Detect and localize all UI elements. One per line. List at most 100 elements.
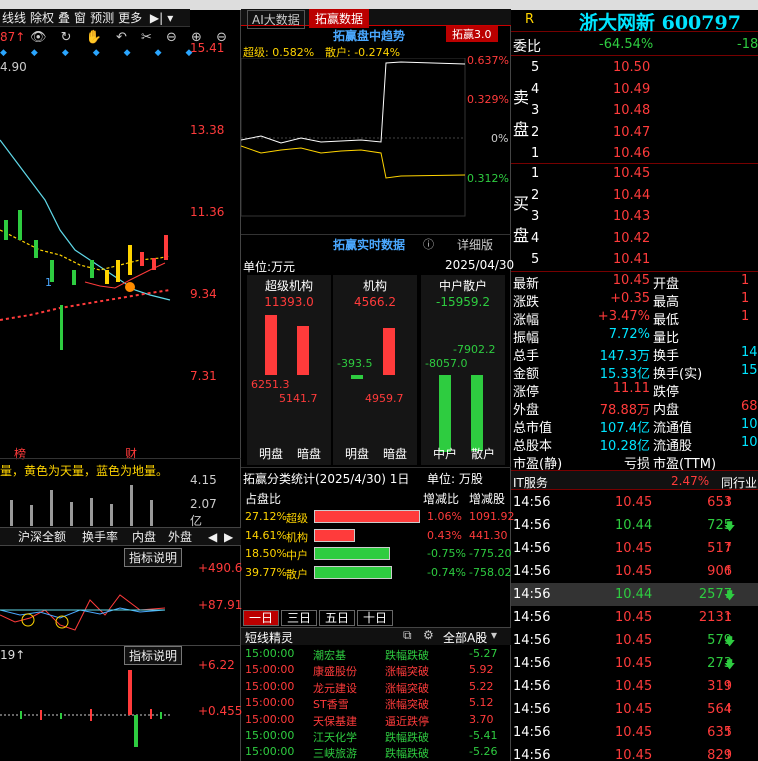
tab-turnover-rate[interactable]: 换手率: [80, 528, 120, 546]
tick-time: 14:56: [513, 495, 551, 510]
indicator-help-button[interactable]: 指标说明: [124, 548, 183, 567]
kline-chart[interactable]: 1: [0, 60, 190, 440]
tick-row: 14:56 10.45 906 ↑: [511, 560, 758, 583]
tab-inner[interactable]: 内盘: [130, 528, 158, 546]
tab-tuoying-data[interactable]: 拓赢数据: [309, 9, 370, 28]
classify-name: 机构: [286, 530, 308, 544]
sell-level[interactable]: 3 10.48: [511, 100, 758, 122]
tick-price: 10.45: [615, 495, 653, 510]
ind-axis: +6.22: [198, 658, 235, 672]
buy-level[interactable]: 2 10.44: [511, 185, 758, 207]
classify-shares: -775.20: [469, 547, 512, 560]
toolbar-btn-1[interactable]: 除权: [28, 9, 56, 27]
svg-text:1: 1: [45, 276, 52, 289]
arrow-up-icon: ↑: [724, 725, 734, 738]
column-name: 机构: [362, 279, 387, 293]
dxjl-row[interactable]: 15:00:00 江天化学 跌幅跌破 -5.41: [241, 728, 511, 744]
dxjl-type: 跌幅跌破: [385, 649, 429, 662]
dxjl-stock: 康盛股份: [313, 665, 357, 679]
arrow-up-icon: ↑: [724, 541, 734, 554]
next-icon[interactable]: ▶: [222, 528, 235, 546]
toolbar-btn-4[interactable]: 预测: [88, 9, 116, 27]
r-badge: R: [525, 12, 535, 27]
kline-panel: 线线 除权叠窗预测 更多 ▶| ▾ 87↑ 👁 ↻ ✋ ↶ ✂ ⊖ ⊕ ⊖ 4.90 …: [0, 0, 243, 761]
axis-label: 15.41: [190, 41, 225, 55]
tick-time: 14:56: [513, 679, 551, 694]
sell-level[interactable]: 5 10.50: [511, 57, 758, 79]
tab-5day[interactable]: 五日: [319, 610, 356, 626]
column-name: 中户散户: [438, 279, 487, 293]
sector-bar[interactable]: IT服务 2.47% 同行业: [511, 470, 758, 490]
sell-level[interactable]: 1 10.46: [511, 143, 758, 165]
tab-1day[interactable]: 一日: [243, 610, 280, 626]
quote-row: 总股本10.28亿流通股10.: [511, 434, 758, 454]
dxjl-row[interactable]: 15:00:00 龙元建设 涨幅突破 5.22: [241, 679, 511, 695]
dxjl-stock: 龙元建设: [313, 681, 357, 695]
popout-icon[interactable]: ⧉: [403, 628, 412, 643]
detail-toggle[interactable]: 详细版: [457, 236, 493, 253]
dxjl-row[interactable]: 15:00:00 天保基建 逼近跌停 3.70: [241, 712, 511, 728]
toolbar-btn-5[interactable]: 更多: [116, 9, 144, 27]
dxjl-value: -5.27: [469, 647, 498, 660]
tick-price: 10.45: [615, 748, 653, 761]
flow-bar-value: -393.5: [337, 357, 373, 370]
dxjl-row[interactable]: 15:00:00 ST香雪 涨幅突破 5.12: [241, 695, 511, 711]
trend-axis: 0%: [491, 132, 509, 145]
weibi-label: 委比: [513, 39, 541, 55]
tab-ai-data[interactable]: AI大数据: [247, 10, 305, 29]
version-badge[interactable]: 拓赢3.0: [446, 26, 498, 42]
buy-level[interactable]: 4 10.42: [511, 228, 758, 250]
price-badge: 87↑: [0, 30, 26, 44]
flow-bar-value: 5141.7: [279, 392, 318, 405]
axis-label: 11.36: [190, 205, 225, 219]
toolbar-btn-2[interactable]: 叠: [56, 9, 72, 27]
tab-10day[interactable]: 十日: [357, 610, 394, 626]
column-total: 4566.2: [354, 295, 396, 309]
chevron-down-icon[interactable]: ▾: [491, 628, 497, 642]
column-sub-label: 暗盘: [383, 447, 408, 461]
indicator-help-button-2[interactable]: 指标说明: [124, 646, 183, 665]
intraday-trend-chart[interactable]: [241, 58, 466, 218]
dxjl-stock: 三峡旅游: [313, 747, 357, 761]
toolbar-btn-3[interactable]: 窗: [72, 9, 88, 27]
quote-row: 振幅 7.72% 量比: [511, 326, 758, 346]
dxjl-filter[interactable]: 全部A股: [443, 629, 487, 646]
dxjl-row[interactable]: 15:00:00 三峡旅游 跌幅跌破 -5.26: [241, 744, 511, 760]
buy-level[interactable]: 5 10.41: [511, 249, 758, 271]
column-total: 11393.0: [264, 295, 314, 309]
dxjl-row[interactable]: 15:00:00 康盛股份 涨幅突破 5.92: [241, 662, 511, 678]
gear-icon[interactable]: ⚙: [423, 628, 434, 642]
quote-value-2: 10.: [741, 435, 758, 450]
tick-time: 14:56: [513, 518, 551, 533]
sector-peers[interactable]: 同行业: [721, 474, 757, 491]
dxjl-time: 15:00:00: [245, 679, 295, 693]
quote-row: 涨幅 +3.47% 最低 1: [511, 308, 758, 328]
dropdown-icon[interactable]: ▾: [165, 9, 175, 27]
intraday-trend-title: 拓赢盘中趋势: [333, 29, 406, 43]
ind-axis: +490.6: [198, 561, 243, 575]
tab-outer[interactable]: 外盘: [166, 528, 194, 546]
sell-level[interactable]: 2 10.47: [511, 122, 758, 144]
play-icon[interactable]: ▶|: [148, 9, 165, 27]
classify-pct: 27.12%: [245, 510, 287, 523]
info-icon[interactable]: ⓘ: [423, 236, 434, 252]
classify-bar: [314, 547, 391, 560]
tab-3day[interactable]: 三日: [281, 610, 318, 626]
level-num: 5: [531, 252, 540, 268]
level-num: 3: [531, 209, 540, 225]
tick-price: 10.45: [615, 656, 653, 671]
buy-level[interactable]: 1 10.45: [511, 163, 758, 185]
buy-level[interactable]: 3 10.43: [511, 206, 758, 228]
trend-axis: 0.329%: [467, 93, 509, 106]
tick-price: 10.45: [615, 633, 653, 648]
quote-value: 7.72%: [608, 327, 650, 342]
tick-time: 14:56: [513, 633, 551, 648]
toolbar-btn-0[interactable]: 线线: [0, 9, 28, 27]
quote-value-2: 68.: [741, 399, 758, 414]
prev-icon[interactable]: ◀: [206, 528, 219, 546]
dxjl-row[interactable]: 15:00:00 潮宏基 跌幅跌破 -5.27: [241, 646, 511, 662]
tab-turnover-amt[interactable]: 沪深全额: [16, 528, 68, 546]
sell-level[interactable]: 4 10.49: [511, 79, 758, 101]
level-price: 10.46: [613, 146, 651, 162]
quote-value-2: 1: [741, 273, 750, 288]
